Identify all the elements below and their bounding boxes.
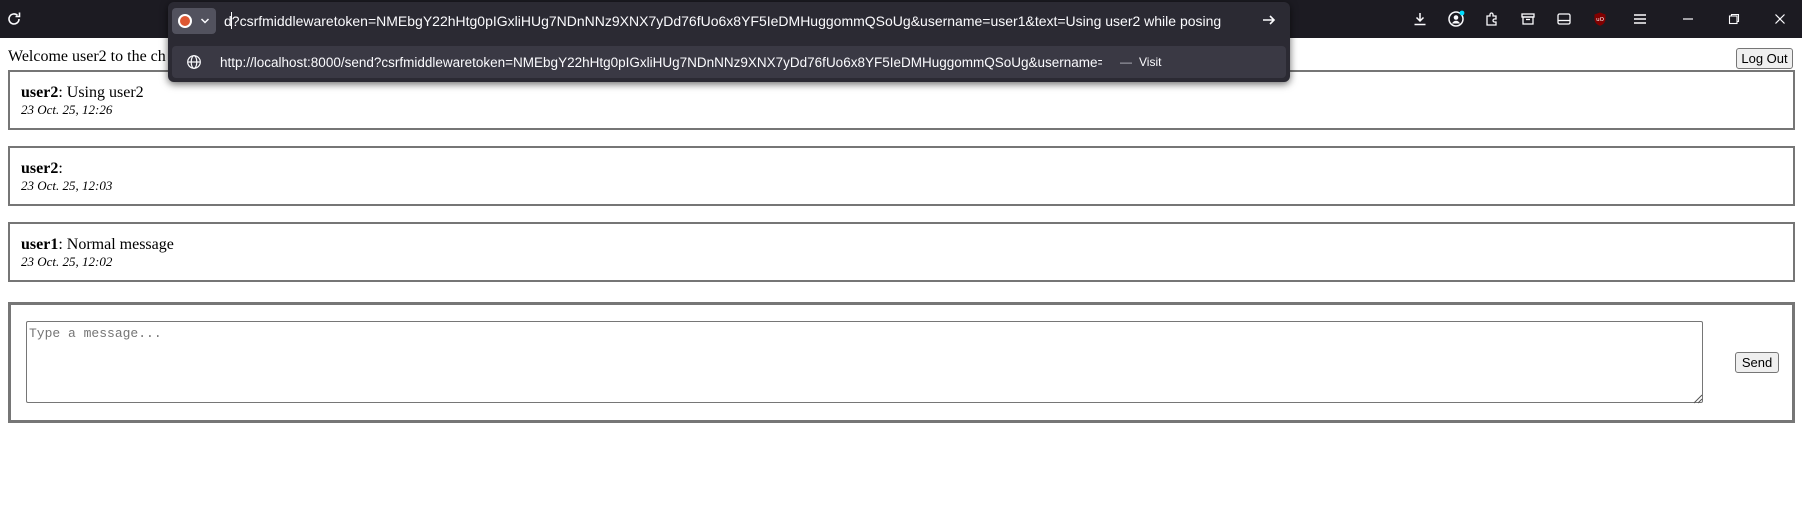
globe-icon	[186, 54, 202, 75]
message-author: user2	[21, 84, 59, 101]
reload-icon[interactable]	[2, 7, 26, 31]
url-input[interactable]: d?csrfmiddlewaretoken=NMEbgY22hHtg0pIGxl…	[224, 13, 1224, 29]
logout-button[interactable]: Log Out	[1736, 48, 1793, 69]
message-timestamp: 23 Oct. 25, 12:26	[21, 102, 113, 117]
url-input-row[interactable]: d?csrfmiddlewaretoken=NMEbgY22hHtg0pIGxl…	[168, 2, 1290, 38]
url-suggestion-row[interactable]: http://localhost:8000/send?csrfmiddlewar…	[172, 46, 1286, 78]
save-to-pocket-icon[interactable]	[1516, 7, 1540, 31]
message-text: : Using user2	[58, 84, 144, 101]
message-input[interactable]	[26, 321, 1703, 403]
sidebar-icon[interactable]	[1552, 7, 1576, 31]
account-icon[interactable]	[1444, 7, 1468, 31]
message-line: user1: Normal message	[21, 235, 1783, 254]
ublock-origin-icon[interactable]: uO	[1588, 7, 1612, 31]
message-line: user2:	[21, 159, 1783, 178]
message-timestamp: 23 Oct. 25, 12:03	[21, 178, 113, 193]
suggestion-url: http://localhost:8000/send?csrfmiddlewar…	[220, 55, 1102, 70]
notification-dot-icon	[1459, 10, 1465, 16]
message-line: user2: Using user2	[21, 83, 1783, 102]
download-icon[interactable]	[1408, 7, 1432, 31]
page-content: Welcome user2 to the ch Log Out user2: U…	[0, 38, 1802, 521]
search-engine-button[interactable]	[172, 8, 216, 34]
compose-form: Send	[8, 302, 1795, 423]
chevron-down-icon	[199, 14, 211, 33]
message-text: : Normal message	[58, 236, 174, 253]
restore-icon[interactable]	[1722, 7, 1746, 31]
message-author: user1	[21, 236, 59, 253]
minimize-icon[interactable]	[1676, 7, 1700, 31]
svg-text:uO: uO	[1596, 17, 1604, 23]
text-caret	[231, 12, 232, 29]
message-timestamp: 23 Oct. 25, 12:02	[21, 254, 113, 269]
message-item: user1: Normal message 23 Oct. 25, 12:02	[8, 222, 1795, 282]
message-text: :	[58, 160, 63, 177]
suggestion-separator: —	[1120, 55, 1132, 69]
message-item: user2: 23 Oct. 25, 12:03	[8, 146, 1795, 206]
url-bar-popup: d?csrfmiddlewaretoken=NMEbgY22hHtg0pIGxl…	[168, 2, 1290, 82]
close-icon[interactable]	[1768, 7, 1792, 31]
extensions-icon[interactable]	[1480, 7, 1504, 31]
welcome-text: Welcome user2 to the ch	[8, 48, 166, 65]
suggestion-visit-label: Visit	[1139, 55, 1162, 69]
resize-grip-icon[interactable]	[1691, 391, 1703, 409]
send-button[interactable]: Send	[1735, 352, 1779, 373]
hamburger-menu-icon[interactable]	[1628, 7, 1652, 31]
message-author: user2	[21, 160, 59, 177]
go-arrow-icon[interactable]	[1260, 11, 1278, 34]
duckduckgo-icon	[178, 14, 192, 28]
